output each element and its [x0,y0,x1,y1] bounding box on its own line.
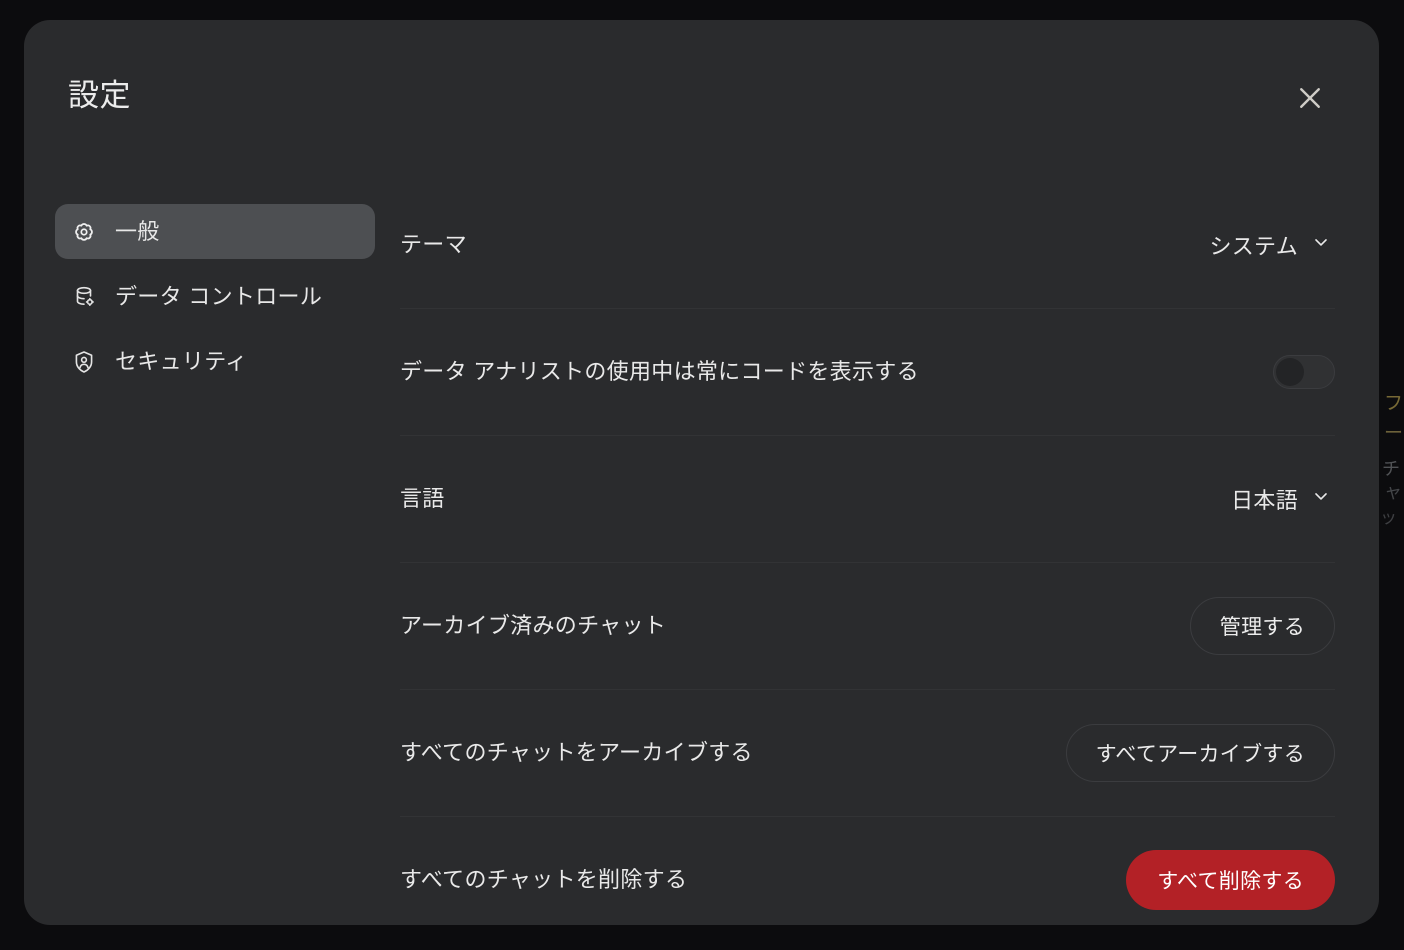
setting-label: すべてのチャットを削除する [400,866,688,892]
setting-row-theme: テーマ システム [400,182,1335,308]
database-gear-icon [69,282,99,312]
setting-row-language: 言語 日本語 [400,435,1335,562]
language-dropdown[interactable]: 日本語 [1227,477,1335,521]
gear-icon [69,217,99,247]
setting-control: すべてアーカイブする [1065,724,1335,782]
language-dropdown-value: 日本語 [1231,488,1298,513]
delete-all-chats-button[interactable]: すべて削除する [1126,850,1335,910]
setting-label: すべてのチャットをアーカイブする [400,739,753,765]
background-text-fragment: ャ [1384,482,1402,502]
manage-archived-chats-button[interactable]: 管理する [1189,597,1335,655]
setting-control: 日本語 [1227,477,1335,521]
toggle-knob [1276,358,1304,386]
setting-label: テーマ [400,231,467,257]
dialog-body: 一般 データ コントロール セキュリティ テーマ システム データ アナリストの… [24,152,1379,925]
page-title: 設定 [68,78,131,113]
settings-sidebar: 一般 データ コントロール セキュリティ [24,152,376,925]
setting-label: アーカイブ済みのチャット [400,612,667,638]
sidebar-item-label: セキュリティ [115,349,248,375]
settings-panel: テーマ システム データ アナリストの使用中は常にコードを表示する 言語 日本語… [376,152,1379,925]
always-show-code-toggle[interactable] [1273,355,1335,389]
setting-control [1273,355,1335,389]
chevron-down-icon [1311,232,1331,258]
setting-row-delete-all-chats: すべてのチャットを削除する すべて削除する [400,816,1335,925]
setting-control: すべて削除する [1126,850,1335,910]
setting-control: システム [1205,223,1335,267]
close-button[interactable] [1288,76,1332,120]
sidebar-item-label: 一般 [115,219,160,244]
setting-label: 言語 [400,485,445,511]
background-text-fragment: フ [1384,393,1404,414]
setting-row-always-show-code: データ アナリストの使用中は常にコードを表示する [400,308,1335,435]
theme-dropdown-value: システム [1209,234,1298,259]
setting-control: 管理する [1189,597,1335,655]
dialog-header: 設定 [24,20,1379,152]
archive-all-chats-button[interactable]: すべてアーカイブする [1065,724,1335,782]
settings-dialog: 設定 一般 データ コントロール セキュリティ テーマ システム データ アナリ… [24,20,1379,925]
close-icon [1295,83,1325,113]
chevron-down-icon [1311,486,1331,512]
theme-dropdown[interactable]: システム [1205,223,1335,267]
background-text-fragment: ッ [1380,508,1397,527]
background-text-fragment: ー [1384,423,1404,444]
sidebar-item-label: データ コントロール [115,284,323,310]
sidebar-item-data-controls[interactable]: データ コントロール [55,269,375,324]
setting-label: データ アナリストの使用中は常にコードを表示する [400,358,919,384]
sidebar-item-general[interactable]: 一般 [55,204,375,260]
shield-person-icon [69,347,99,377]
setting-row-archived-chats: アーカイブ済みのチャット 管理する [400,562,1335,689]
setting-row-archive-all-chats: すべてのチャットをアーカイブする すべてアーカイブする [400,689,1335,816]
sidebar-item-security[interactable]: セキュリティ [55,334,375,389]
